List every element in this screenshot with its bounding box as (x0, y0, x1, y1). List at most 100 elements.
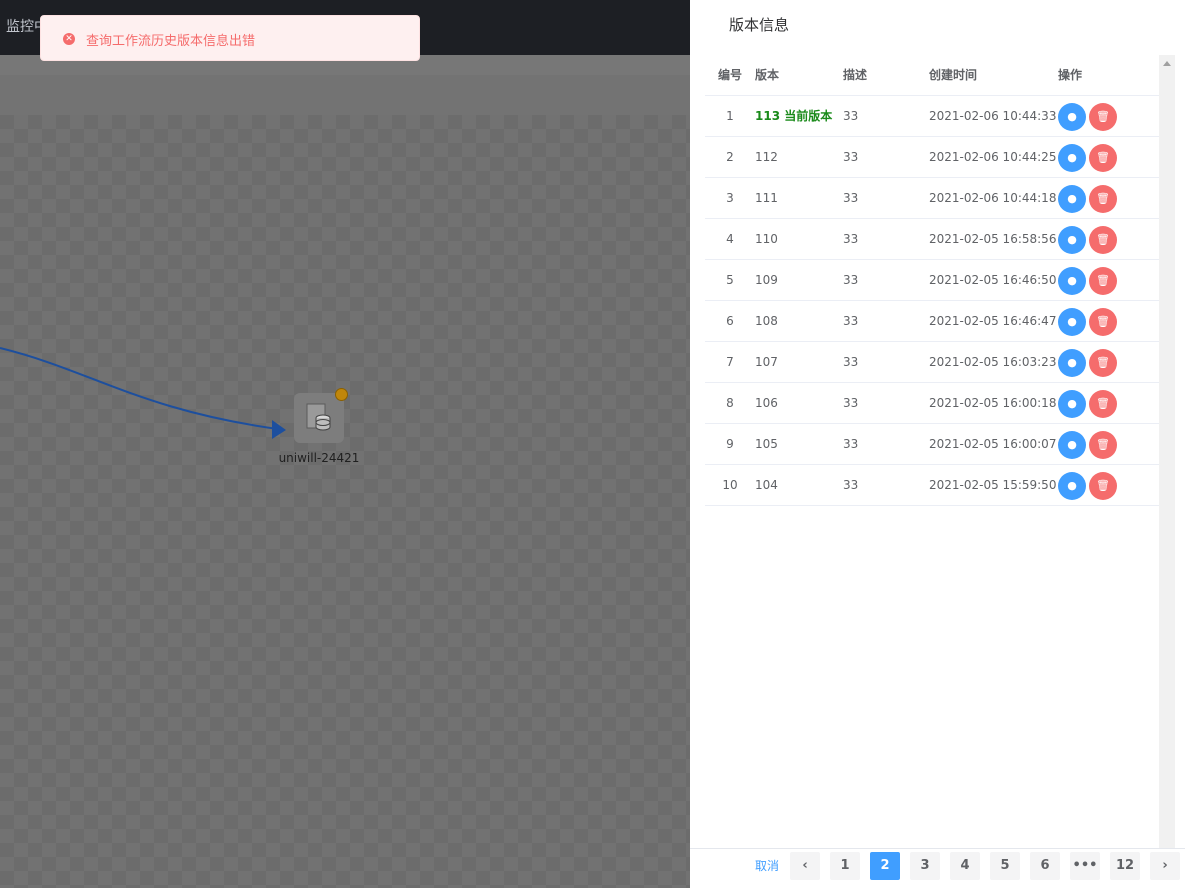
table-header: 编号 版本 描述 创建时间 操作 (705, 55, 1159, 96)
restore-version-button[interactable]: ● (1058, 103, 1086, 131)
error-toast: ✕ 查询工作流历史版本信息出错 (40, 15, 420, 61)
delete-version-button[interactable]: 🗑 (1089, 308, 1117, 336)
row-ops: ● 🗑 (1058, 465, 1128, 506)
row-version: 107 (755, 355, 778, 369)
col-header-desc: 描述 (843, 68, 868, 82)
row-time: 2021-02-05 16:46:50 (929, 273, 1057, 287)
clock-icon: ● (1067, 479, 1077, 492)
table-row: 5 109 33 2021-02-05 16:46:50 ● 🗑 (705, 260, 1159, 301)
delete-version-button[interactable]: 🗑 (1089, 103, 1117, 131)
row-version: 104 (755, 478, 778, 492)
row-desc: 33 (843, 396, 859, 410)
table-row: 10 104 33 2021-02-05 15:59:50 ● 🗑 (705, 465, 1159, 506)
delete-version-button[interactable]: 🗑 (1089, 144, 1117, 172)
row-version: 113 当前版本 (755, 109, 833, 123)
row-time: 2021-02-05 15:59:50 (929, 478, 1057, 492)
row-ops: ● 🗑 (1058, 260, 1128, 301)
clock-icon: ● (1067, 151, 1077, 164)
next-page-button[interactable]: › (1150, 852, 1180, 880)
row-no: 8 (726, 396, 734, 410)
row-time: 2021-02-05 16:03:23 (929, 355, 1057, 369)
drawer-footer: 取消 ‹ 1 2 3 4 5 6 ••• 12 › (690, 848, 1185, 888)
page-button-1[interactable]: 1 (830, 852, 860, 880)
trash-icon: 🗑 (1096, 274, 1110, 287)
delete-version-button[interactable]: 🗑 (1089, 431, 1117, 459)
row-time: 2021-02-05 16:58:56 (929, 232, 1057, 246)
table-body: 1 113 当前版本 33 2021-02-06 10:44:33 ● 🗑 2 112 33 20… (705, 96, 1159, 506)
restore-version-button[interactable]: ● (1058, 431, 1086, 459)
delete-version-button[interactable]: 🗑 (1089, 185, 1117, 213)
row-version: 110 (755, 232, 778, 246)
row-time: 2021-02-06 10:44:18 (929, 191, 1057, 205)
trash-icon: 🗑 (1096, 233, 1110, 246)
row-no: 3 (726, 191, 734, 205)
delete-version-button[interactable]: 🗑 (1089, 226, 1117, 254)
delete-version-button[interactable]: 🗑 (1089, 267, 1117, 295)
row-ops: ● 🗑 (1058, 424, 1128, 465)
page-button-12[interactable]: 12 (1110, 852, 1140, 880)
error-circle-icon: ✕ (63, 33, 75, 45)
row-no: 10 (722, 478, 738, 492)
row-version: 105 (755, 437, 778, 451)
row-desc: 33 (843, 478, 859, 492)
version-drawer: 版本信息 编号 版本 描述 创建时间 操作 1 113 当前版本 33 2021-02… (690, 0, 1185, 888)
page-button-3[interactable]: 3 (910, 852, 940, 880)
row-desc: 33 (843, 273, 859, 287)
restore-version-button[interactable]: ● (1058, 226, 1086, 254)
col-header-ops: 操作 (1058, 68, 1083, 82)
delete-version-button[interactable]: 🗑 (1089, 390, 1117, 418)
row-time: 2021-02-05 16:00:07 (929, 437, 1057, 451)
row-ops: ● 🗑 (1058, 219, 1128, 260)
row-desc: 33 (843, 191, 859, 205)
clock-icon: ● (1067, 233, 1077, 246)
clock-icon: ● (1067, 397, 1077, 410)
restore-version-button[interactable]: ● (1058, 144, 1086, 172)
row-ops: ● 🗑 (1058, 301, 1128, 342)
table-row: 7 107 33 2021-02-05 16:03:23 ● 🗑 (705, 342, 1159, 383)
table-row: 6 108 33 2021-02-05 16:46:47 ● 🗑 (705, 301, 1159, 342)
restore-version-button[interactable]: ● (1058, 390, 1086, 418)
row-no: 2 (726, 150, 734, 164)
row-desc: 33 (843, 355, 859, 369)
restore-version-button[interactable]: ● (1058, 349, 1086, 377)
restore-version-button[interactable]: ● (1058, 308, 1086, 336)
table-row: 1 113 当前版本 33 2021-02-06 10:44:33 ● 🗑 (705, 96, 1159, 137)
clock-icon: ● (1067, 438, 1077, 451)
edge-arrowhead (272, 420, 286, 439)
row-no: 1 (726, 109, 734, 123)
page-button-6[interactable]: 6 (1030, 852, 1060, 880)
row-version: 106 (755, 396, 778, 410)
table-scrollbar[interactable] (1159, 55, 1175, 848)
delete-version-button[interactable]: 🗑 (1089, 472, 1117, 500)
scroll-up-arrow-icon[interactable] (1163, 61, 1171, 66)
workflow-edge (0, 347, 286, 439)
page-button-5[interactable]: 5 (990, 852, 1020, 880)
clock-icon: ● (1067, 192, 1077, 205)
row-ops: ● 🗑 (1058, 342, 1128, 383)
page-button-4[interactable]: 4 (950, 852, 980, 880)
page-button-2[interactable]: 2 (870, 852, 900, 880)
workflow-node[interactable] (294, 393, 344, 443)
row-version: 112 (755, 150, 778, 164)
cancel-button[interactable]: 取消 (755, 857, 779, 874)
row-ops: ● 🗑 (1058, 96, 1128, 137)
more-pages-button[interactable]: ••• (1070, 852, 1100, 880)
row-time: 2021-02-05 16:46:47 (929, 314, 1057, 328)
col-header-no: 编号 (717, 68, 742, 82)
table-row: 8 106 33 2021-02-05 16:00:18 ● 🗑 (705, 383, 1159, 424)
row-ops: ● 🗑 (1058, 137, 1128, 178)
version-table: 编号 版本 描述 创建时间 操作 1 113 当前版本 33 2021-02-06 1… (705, 55, 1159, 506)
restore-version-button[interactable]: ● (1058, 267, 1086, 295)
prev-page-button[interactable]: ‹ (790, 852, 820, 880)
clock-icon: ● (1067, 315, 1077, 328)
row-time: 2021-02-05 16:00:18 (929, 396, 1057, 410)
row-ops: ● 🗑 (1058, 383, 1128, 424)
delete-version-button[interactable]: 🗑 (1089, 349, 1117, 377)
restore-version-button[interactable]: ● (1058, 185, 1086, 213)
trash-icon: 🗑 (1096, 479, 1110, 492)
node-label: uniwill-24421 (278, 451, 360, 465)
restore-version-button[interactable]: ● (1058, 472, 1086, 500)
row-desc: 33 (843, 109, 859, 123)
row-no: 9 (726, 437, 734, 451)
row-no: 5 (726, 273, 734, 287)
